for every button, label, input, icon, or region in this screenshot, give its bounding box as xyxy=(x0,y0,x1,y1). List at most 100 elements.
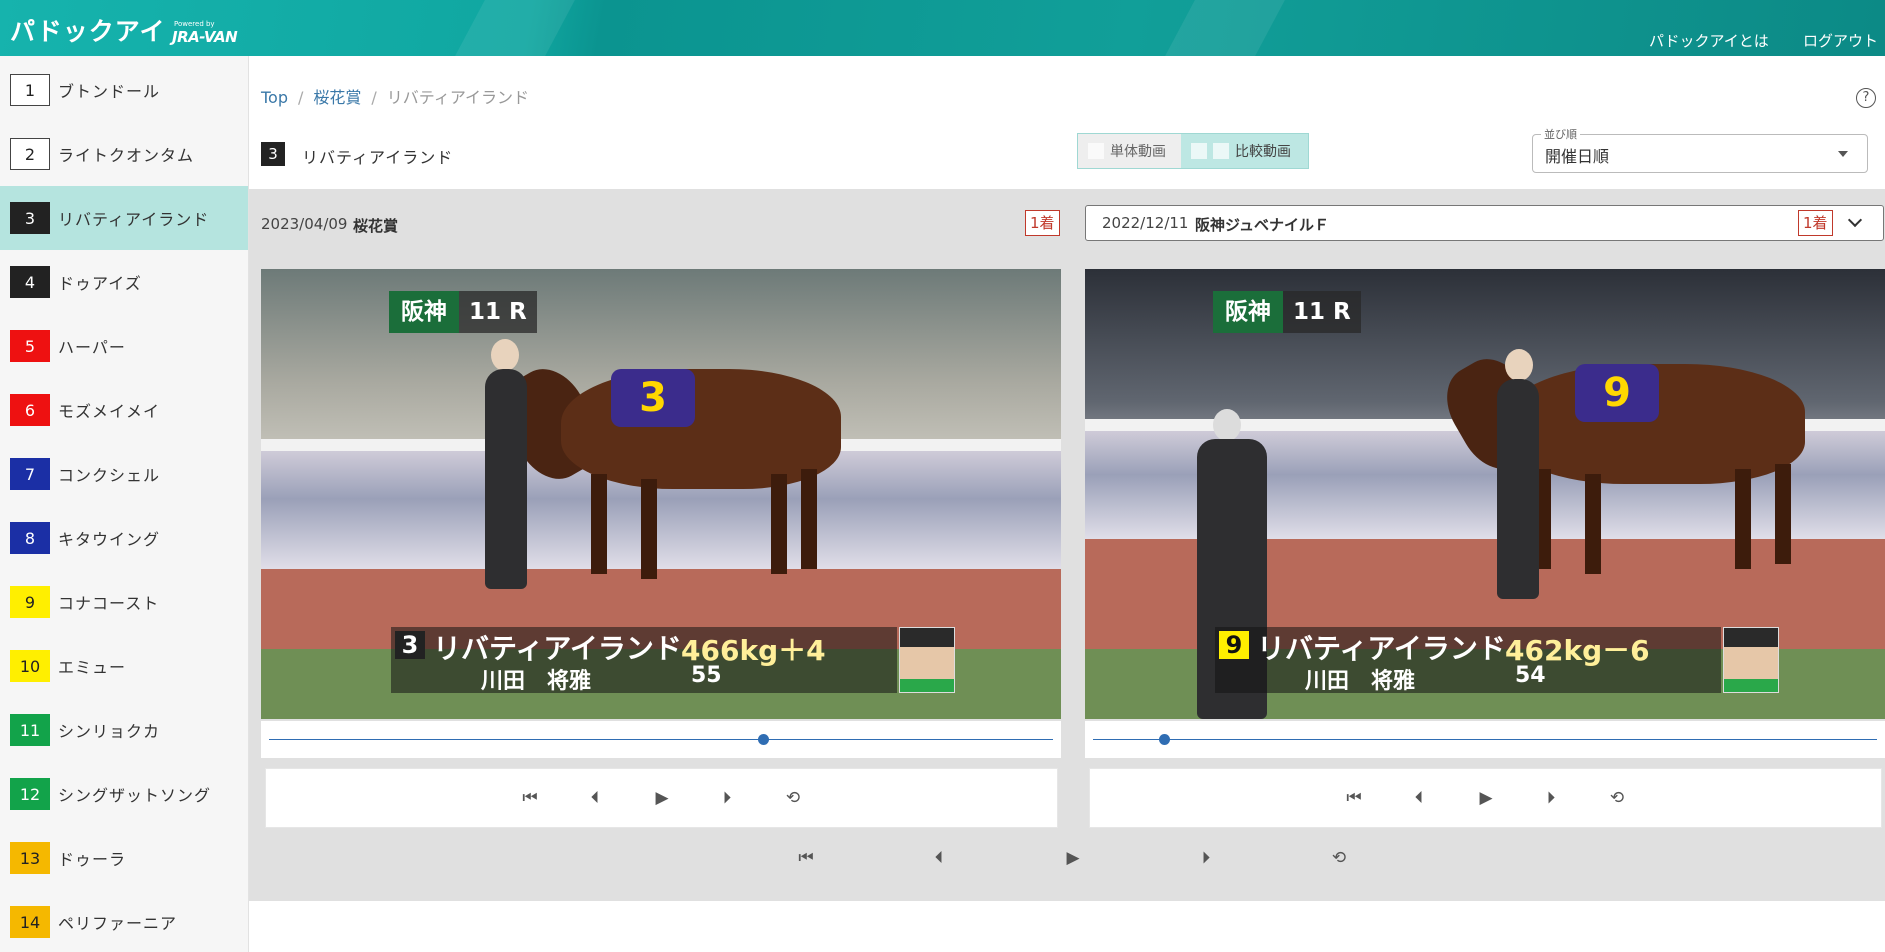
handler-figure xyxy=(491,339,519,371)
play-icon[interactable]: ▶ xyxy=(1475,787,1497,809)
jockey-photo xyxy=(899,627,955,693)
horse-name-label: ブトンドール xyxy=(58,82,161,101)
jravan-logo: JRA-VAN xyxy=(172,28,238,46)
race-badge: 阪神 11 R xyxy=(389,291,537,333)
horse-name-label: エミュー xyxy=(58,658,127,677)
right-race-date: 2022/12/11 xyxy=(1102,214,1189,232)
play-icon[interactable]: ▶ xyxy=(651,787,673,809)
saddle-cloth: 3 xyxy=(611,369,695,427)
right-rank-badge: 1着 xyxy=(1798,210,1833,236)
right-seek-bar[interactable] xyxy=(1085,721,1885,758)
horse-name-label: リバティアイランド xyxy=(58,210,210,229)
seek-handle[interactable] xyxy=(1158,734,1170,745)
breadcrumb-race-link[interactable]: 桜花賞 xyxy=(313,88,361,107)
left-video-player[interactable]: 3 阪神 11 R 3 リバティアイランド 466kg＋4 川田 将雅 55 xyxy=(261,269,1061,719)
left-rank-badge: 1着 xyxy=(1025,210,1060,236)
caption-horse-name: リバティアイランド xyxy=(1257,632,1506,665)
sidebar-horse-item[interactable]: 1 ブトンドール xyxy=(0,58,248,122)
sidebar-horse-item[interactable]: 5 ハーパー xyxy=(0,314,248,378)
handler-figure xyxy=(1497,379,1539,599)
horse-number-badge: 4 xyxy=(10,266,50,298)
skip-start-icon[interactable]: ⏮ xyxy=(1343,787,1365,809)
header-decoration xyxy=(455,0,575,56)
sidebar-horse-item[interactable]: 2 ライトクオンタム xyxy=(0,122,248,186)
horse-number-badge: 13 xyxy=(10,842,50,874)
nav-about-link[interactable]: パドックアイとは xyxy=(1649,30,1769,51)
seek-track xyxy=(1093,739,1877,740)
horse-name-label: ハーパー xyxy=(58,338,126,357)
horse-number-badge: 5 xyxy=(10,330,50,362)
step-back-icon[interactable]: ⏴ xyxy=(1408,787,1430,809)
skip-start-icon[interactable]: ⏮ xyxy=(519,787,541,809)
handler-figure xyxy=(485,369,527,589)
official-figure xyxy=(1213,409,1241,441)
horse-figure xyxy=(561,369,841,489)
caption-jockey: 川田 将雅 xyxy=(1305,669,1416,694)
sidebar-horse-item[interactable]: 6 モズメイメイ xyxy=(0,378,248,442)
left-race-date: 2023/04/09 xyxy=(261,215,348,233)
step-forward-icon[interactable]: ⏵ xyxy=(1195,847,1217,869)
saddle-cloth: 9 xyxy=(1575,364,1659,422)
step-back-icon[interactable]: ⏴ xyxy=(584,787,606,809)
right-player-controls: ⏮ ⏴ ▶ ⏵ ⟲ xyxy=(1089,768,1882,828)
horse-number-badge: 9 xyxy=(10,586,50,618)
horse-number-badge: 8 xyxy=(10,522,50,554)
compare-video-icon xyxy=(1191,143,1207,159)
powered-by-label: Powered by xyxy=(174,20,215,28)
header-decoration xyxy=(1165,0,1285,56)
breadcrumb: Top / 桜花賞 / リバティアイランド xyxy=(261,84,529,108)
single-video-button[interactable]: 単体動画 xyxy=(1078,134,1181,168)
compare-video-label: 比較動画 xyxy=(1235,144,1291,160)
step-forward-icon[interactable]: ⏵ xyxy=(1540,787,1562,809)
horse-leg xyxy=(1775,464,1791,564)
seek-track xyxy=(269,739,1053,740)
nav-logout-link[interactable]: ログアウト xyxy=(1803,30,1878,51)
sidebar-horse-item[interactable]: 14 ペリファーニア xyxy=(0,890,248,952)
loop-icon[interactable]: ⟲ xyxy=(1606,787,1628,809)
compare-video-icon xyxy=(1213,143,1229,159)
selected-horse-number: 3 xyxy=(261,142,285,166)
sidebar-horse-item[interactable]: 9 コナコースト xyxy=(0,570,248,634)
loop-icon[interactable]: ⟲ xyxy=(1328,847,1350,869)
sidebar-horse-item[interactable]: 4 ドゥアイズ xyxy=(0,250,248,314)
sidebar-horse-item[interactable]: 8 キタウイング xyxy=(0,506,248,570)
loop-icon[interactable]: ⟲ xyxy=(782,787,804,809)
horse-name-label: キタウイング xyxy=(58,530,161,549)
step-back-icon[interactable]: ⏴ xyxy=(928,847,950,869)
horse-number-badge: 11 xyxy=(10,714,50,746)
sidebar-horse-item[interactable]: 11 シンリョクカ xyxy=(0,698,248,762)
sidebar-horse-item[interactable]: 13 ドゥーラ xyxy=(0,826,248,890)
venue-label: 阪神 xyxy=(389,291,459,333)
horse-name-label: コンクシェル xyxy=(58,466,161,485)
left-player-controls: ⏮ ⏴ ▶ ⏵ ⟲ xyxy=(265,768,1058,828)
horse-number-badge: 7 xyxy=(10,458,50,490)
sidebar-horse-item[interactable]: 12 シングザットソング xyxy=(0,762,248,826)
step-forward-icon[interactable]: ⏵ xyxy=(716,787,738,809)
horse-name-label: ドゥーラ xyxy=(58,850,127,869)
sort-value: 開催日順 xyxy=(1545,147,1610,166)
horse-caption: 9 リバティアイランド 462kg－6 川田 将雅 54 xyxy=(1215,627,1779,694)
skip-start-icon[interactable]: ⏮ xyxy=(795,847,817,869)
app-logo[interactable]: パドックアイ xyxy=(10,12,166,48)
left-seek-bar[interactable] xyxy=(261,721,1061,758)
help-icon[interactable]: ? xyxy=(1856,88,1876,108)
sidebar-horse-item[interactable]: 10 エミュー xyxy=(0,634,248,698)
horse-number-badge: 10 xyxy=(10,650,50,682)
caption-jockey: 川田 将雅 xyxy=(481,669,592,694)
view-mode-toggle: 単体動画 比較動画 xyxy=(1077,133,1309,169)
caret-down-icon[interactable] xyxy=(1838,151,1848,157)
right-video-player[interactable]: 9 阪神 11 R 9 リバティアイランド 462kg－6 川田 将雅 54 xyxy=(1085,269,1885,719)
compare-video-button[interactable]: 比較動画 xyxy=(1181,134,1308,168)
play-icon[interactable]: ▶ xyxy=(1062,847,1084,869)
sidebar-horse-item[interactable]: 3 リバティアイランド xyxy=(0,186,248,250)
race-badge: 阪神 11 R xyxy=(1213,291,1361,333)
sort-label: 並び順 xyxy=(1541,126,1580,142)
horse-name-label: モズメイメイ xyxy=(58,402,161,421)
caption-load: 54 xyxy=(1515,663,1546,688)
seek-handle[interactable] xyxy=(757,734,769,745)
breadcrumb-top-link[interactable]: Top xyxy=(261,88,288,107)
horse-leg xyxy=(591,474,607,574)
jockey-photo xyxy=(1723,627,1779,693)
single-video-icon xyxy=(1088,143,1104,159)
sidebar-horse-item[interactable]: 7 コンクシェル xyxy=(0,442,248,506)
